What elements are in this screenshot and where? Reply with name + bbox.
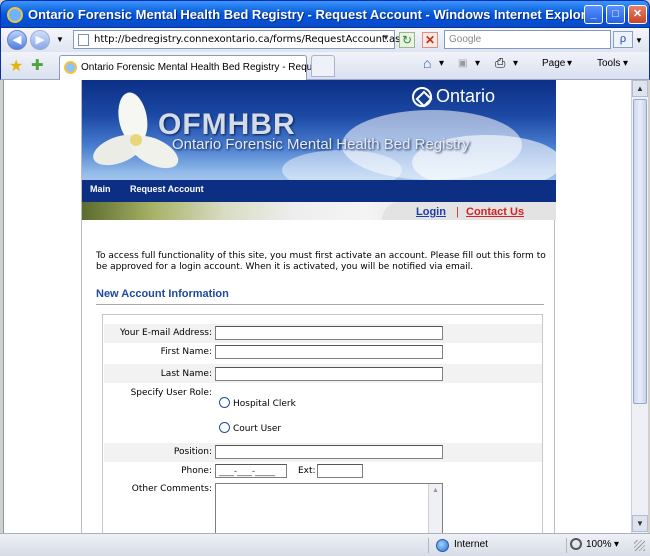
add-favorites-icon[interactable]: ✚ [31,56,44,74]
nav-main-link[interactable]: Main [90,184,111,194]
form-row-position: Position: [104,443,542,462]
textarea-scrollbar[interactable]: ▲ [428,484,442,533]
ontario-logo: Ontario [412,86,532,112]
zoom-dropdown[interactable]: ▾ [614,539,619,550]
search-placeholder: Google [449,34,482,45]
comments-textarea[interactable]: ▲ [215,483,443,533]
scroll-down-button[interactable]: ▼ [632,515,648,532]
phone-label: Phone: [181,466,212,476]
page-menu-dropdown[interactable]: ▾ [567,58,572,69]
print-icon[interactable]: ⎙ [495,55,505,71]
user-role-label: Specify User Role: [130,388,212,398]
form-row-email: Your E-mail Address: [104,324,542,343]
form-row-last-name: Last Name: [104,364,542,383]
contact-us-link[interactable]: Contact Us [466,206,524,218]
window-title-bar[interactable]: Ontario Forensic Mental Health Bed Regis… [0,0,650,28]
favorites-star-icon[interactable]: ★ [9,56,23,76]
security-zone[interactable]: Internet [454,539,488,550]
globe-icon [436,539,449,552]
home-icon[interactable]: ⌂ [423,55,431,71]
section-title: New Account Information [96,288,229,300]
email-label: Your E-mail Address: [119,328,212,338]
nav-request-account-link[interactable]: Request Account [130,184,204,194]
search-options-dropdown[interactable]: ▼ [635,36,643,45]
address-bar[interactable]: http://bedregistry.connexontario.ca/form… [73,30,413,49]
home-dropdown[interactable]: ▾ [439,58,444,69]
last-name-field[interactable] [215,367,443,381]
first-name-label: First Name: [160,347,212,357]
role-radio-hospital-clerk[interactable] [219,397,230,408]
ext-field[interactable] [317,464,363,478]
section-divider [96,304,544,305]
tab-toolbar: ★ ✚ Ontario Forensic Mental Health Bed R… [0,52,650,124]
status-bar: Internet 100% ▾ [0,533,650,556]
page-icon [78,34,89,46]
role-radio-court-user[interactable] [219,422,230,433]
email-field[interactable] [215,326,443,340]
address-dropdown[interactable]: ▼ [382,33,390,42]
back-button[interactable]: ◀ [7,30,27,50]
print-dropdown[interactable]: ▾ [513,58,518,69]
tools-menu-dropdown[interactable]: ▾ [623,58,628,69]
tools-menu[interactable]: Tools [597,58,620,69]
new-tab-button[interactable] [311,55,335,77]
form-row-first-name: First Name: [104,343,542,362]
status-divider [566,538,567,553]
feeds-dropdown[interactable]: ▾ [475,58,480,69]
first-name-field[interactable] [215,345,443,359]
close-button[interactable]: ✕ [628,5,647,24]
status-divider [428,538,429,553]
position-label: Position: [173,447,212,457]
stop-button[interactable]: ✕ [422,32,438,48]
form-row-comments: Other Comments: ▲ [104,481,542,533]
comments-label: Other Comments: [131,484,212,494]
page-menu[interactable]: Page [542,58,565,69]
zoom-magnifier-icon [570,538,582,550]
role-option-label: Hospital Clerk [233,399,296,409]
form-row-user-role: Specify User Role: Hospital Clerk Court … [104,385,542,445]
phone-field[interactable]: ___-___-____ [215,464,287,478]
page-container: Ontario OFMHBR Ontario Forensic Mental H… [81,80,556,533]
recent-pages-dropdown[interactable]: ▼ [56,35,64,44]
site-full-name: Ontario Forensic Mental Health Bed Regis… [172,136,470,153]
page-scrollbar[interactable]: ▲ ▼ [631,80,648,533]
refresh-button[interactable]: ↻ [399,32,415,48]
page-viewport: Ontario OFMHBR Ontario Forensic Mental H… [3,80,631,533]
resize-grip-icon[interactable] [634,540,645,551]
search-input[interactable]: Google [444,30,611,49]
ext-label: Ext: [298,466,316,476]
link-separator: | [456,206,459,218]
minimize-button[interactable]: _ [584,5,603,24]
intro-text: To access full functionality of this sit… [96,251,546,272]
feeds-icon[interactable]: ▣ [458,58,467,69]
tab-label: Ontario Forensic Mental Health Bed Regis… [81,62,332,73]
tab-request-account[interactable]: Ontario Forensic Mental Health Bed Regis… [59,55,331,80]
tab-page-icon [64,61,77,74]
address-toolbar: ◀ ▶ ▼ http://bedregistry.connexontario.c… [0,28,650,52]
textarea-scroll-up[interactable]: ▲ [432,487,439,494]
account-form: Your E-mail Address: First Name: Last Na… [102,314,543,533]
maximize-button[interactable]: □ [606,5,625,24]
window-title: Ontario Forensic Mental Health Bed Regis… [28,7,599,22]
form-row-phone: Phone: ___-___-____ Ext: [104,462,542,481]
login-link[interactable]: Login [416,206,446,218]
last-name-label: Last Name: [160,369,212,379]
search-icon[interactable]: ρ [613,31,633,48]
position-field[interactable] [215,445,443,459]
zoom-level[interactable]: 100% [586,539,612,550]
ie-icon [7,7,23,23]
url-text: http://bedregistry.connexontario.ca/form… [94,34,413,45]
scroll-thumb[interactable] [633,99,647,404]
role-option-label: Court User [233,424,282,434]
scroll-up-button[interactable]: ▲ [632,80,648,97]
forward-button[interactable]: ▶ [30,30,50,50]
